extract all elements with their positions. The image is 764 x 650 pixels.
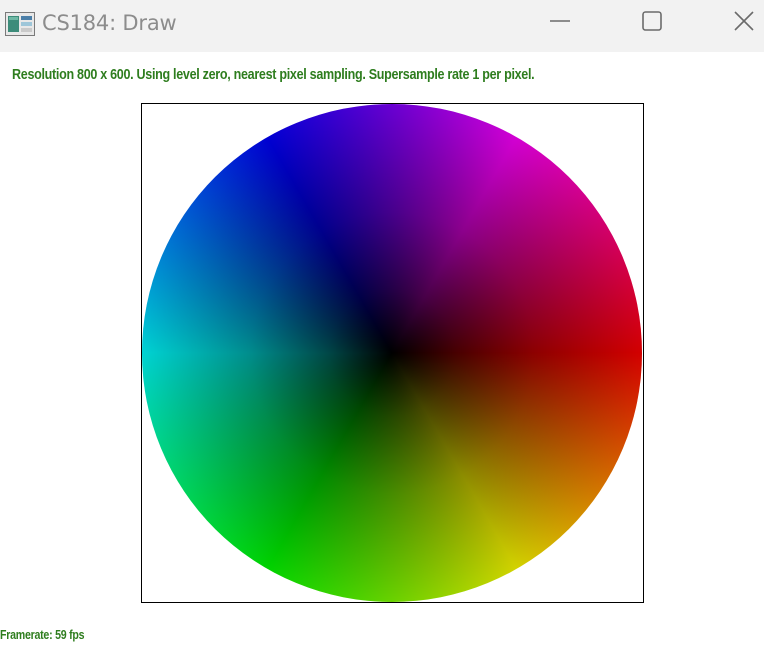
render-status-text: Resolution 800 x 600. Using level zero, … [12,67,535,83]
draw-canvas[interactable] [141,103,644,603]
title-bar[interactable]: CS184: Draw [0,0,764,52]
close-button[interactable] [721,0,764,46]
close-icon [733,10,755,36]
maximize-button[interactable] [629,0,675,46]
framerate-text: Framerate: 59 fps [0,628,85,642]
color-wheel [142,104,642,602]
maximize-icon [641,10,663,36]
minimize-button[interactable] [537,0,583,46]
minimize-icon [549,10,571,36]
app-window: CS184: Draw Resolution 800 x 600. Using … [0,0,764,650]
window-title: CS184: Draw [42,11,177,35]
app-icon [5,12,35,36]
color-wheel-shading [142,104,642,602]
